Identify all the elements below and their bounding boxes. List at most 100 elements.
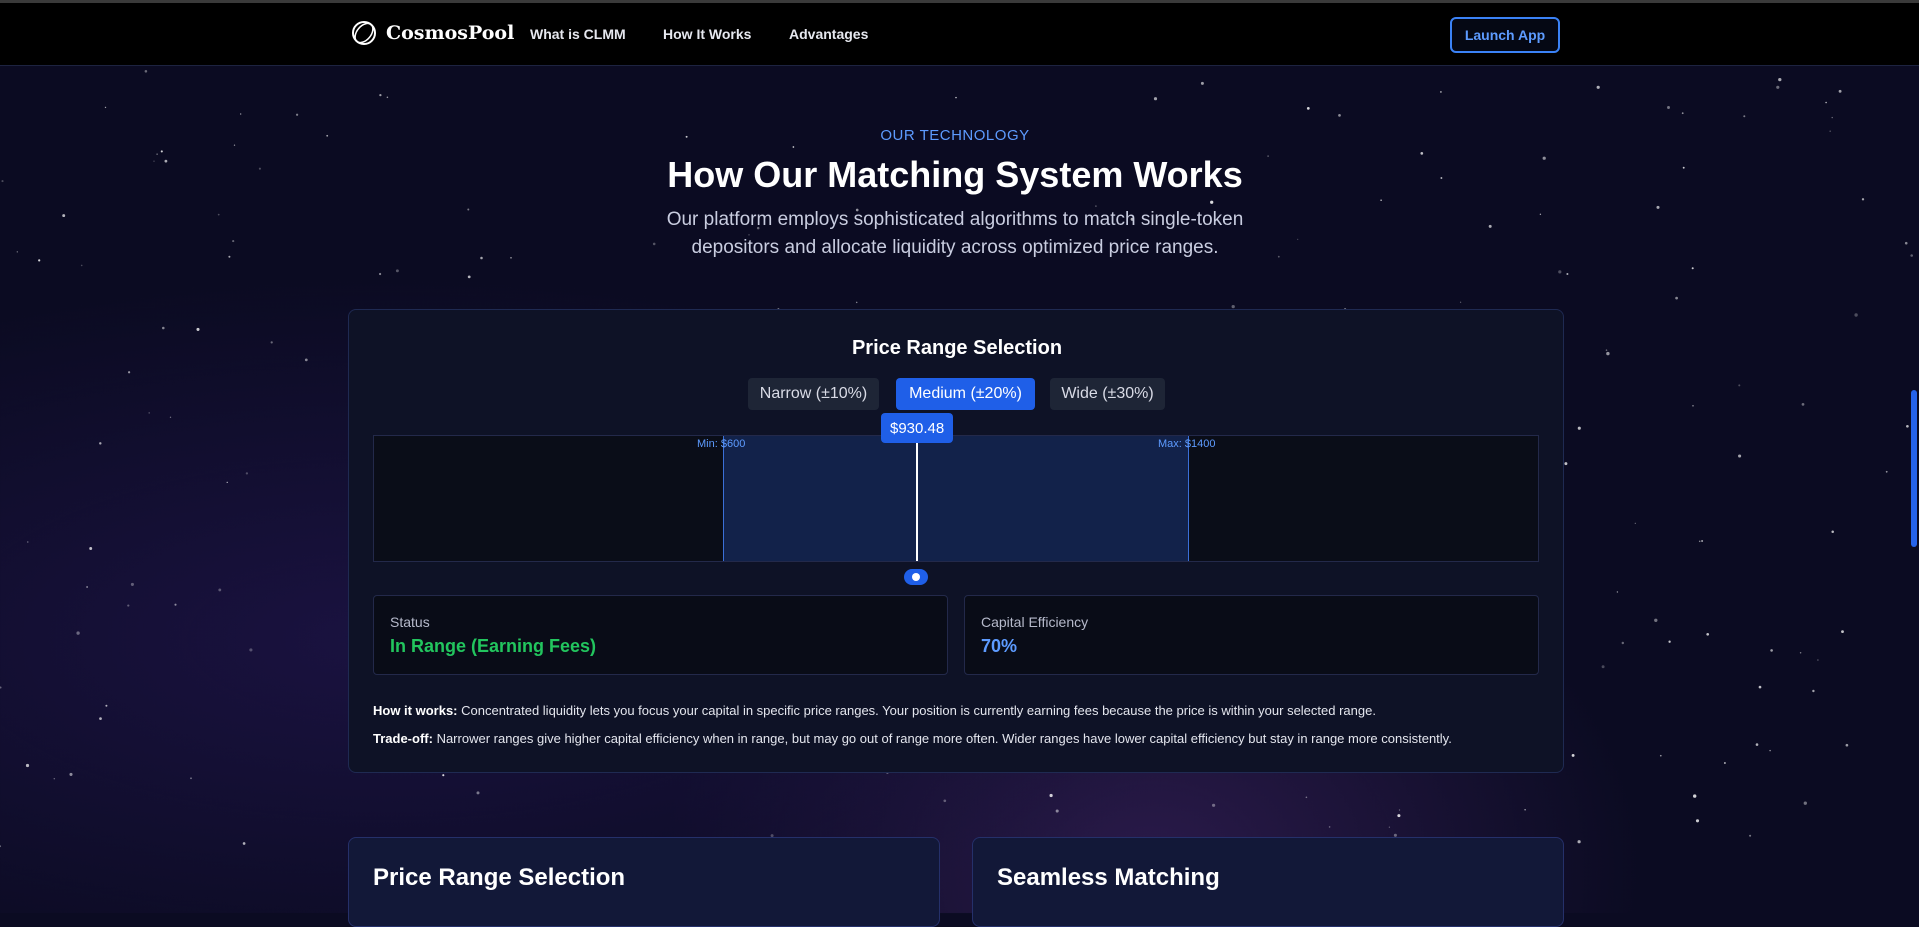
star bbox=[792, 146, 795, 148]
star bbox=[1904, 241, 1908, 245]
star bbox=[240, 113, 242, 115]
star bbox=[1812, 689, 1815, 693]
star bbox=[1656, 205, 1660, 209]
star bbox=[1910, 254, 1913, 257]
star bbox=[1558, 270, 1562, 274]
nav-link-advantages[interactable]: Advantages bbox=[789, 26, 868, 42]
star bbox=[1328, 826, 1331, 828]
trade-off-note: Trade-off: Narrower ranges give higher c… bbox=[373, 731, 1452, 746]
star bbox=[232, 240, 235, 243]
star bbox=[1297, 238, 1299, 241]
brand-logo[interactable]: CosmosPool bbox=[350, 19, 514, 47]
star bbox=[127, 604, 130, 607]
star bbox=[86, 586, 88, 588]
star bbox=[1601, 665, 1605, 669]
star bbox=[1539, 213, 1542, 215]
selected-range-band bbox=[723, 436, 1189, 561]
star bbox=[1605, 349, 1608, 351]
star bbox=[1200, 81, 1204, 85]
star bbox=[1831, 116, 1833, 119]
feature-card-price-range: Price Range Selection bbox=[348, 837, 940, 927]
feature-card-seamless-matching: Seamless Matching bbox=[972, 837, 1564, 927]
star bbox=[89, 547, 93, 550]
nav-link-what-is-clmm[interactable]: What is CLMM bbox=[530, 26, 626, 42]
range-max-label: Max: $1400 bbox=[1158, 438, 1216, 450]
star bbox=[1755, 743, 1759, 746]
star bbox=[1723, 762, 1726, 764]
star bbox=[1854, 313, 1858, 317]
capital-efficiency-panel: Capital Efficiency 70% bbox=[964, 595, 1539, 675]
star bbox=[127, 371, 131, 374]
star bbox=[1738, 454, 1742, 458]
section-lead: Our platform employs sophisticated algor… bbox=[666, 209, 1244, 258]
star bbox=[1769, 749, 1771, 752]
star bbox=[0, 686, 2, 689]
star bbox=[467, 208, 470, 211]
star bbox=[53, 777, 56, 780]
current-price-line bbox=[916, 436, 918, 561]
star bbox=[1596, 85, 1600, 89]
page-scrollbar[interactable] bbox=[1911, 390, 1917, 547]
star bbox=[196, 327, 200, 331]
star bbox=[1616, 591, 1619, 593]
current-price-tag: $930.48 bbox=[881, 413, 954, 443]
star bbox=[1906, 424, 1909, 428]
section-title: How Our Matching System Works bbox=[667, 154, 1243, 195]
status-label: Status bbox=[390, 614, 430, 630]
nav-link-how-it-works[interactable]: How It Works bbox=[663, 26, 751, 42]
star bbox=[1799, 652, 1802, 654]
star bbox=[1211, 803, 1216, 807]
how-it-works-note: How it works: Concentrated liquidity let… bbox=[373, 703, 1376, 718]
star bbox=[130, 582, 134, 586]
star bbox=[467, 275, 471, 279]
launch-app-button[interactable]: Launch App bbox=[1450, 17, 1560, 53]
range-option-narrow[interactable]: Narrow (±10%) bbox=[748, 378, 879, 410]
trade-off-lead: Trade-off: bbox=[373, 731, 433, 746]
star bbox=[1845, 743, 1849, 747]
star bbox=[1861, 198, 1865, 201]
price-slider-handle[interactable] bbox=[904, 569, 928, 585]
star bbox=[1524, 809, 1526, 811]
star bbox=[1659, 754, 1662, 757]
star bbox=[245, 472, 249, 475]
star bbox=[144, 70, 148, 73]
star bbox=[379, 93, 382, 97]
star bbox=[174, 603, 177, 606]
star bbox=[1566, 272, 1569, 276]
star bbox=[1693, 794, 1697, 798]
star bbox=[1571, 753, 1575, 757]
star bbox=[955, 96, 957, 99]
star bbox=[1388, 826, 1391, 828]
star bbox=[148, 412, 150, 414]
star bbox=[1778, 77, 1782, 82]
price-range-card: Price Range Selection Narrow (±10%) Medi… bbox=[348, 309, 1564, 773]
star bbox=[1049, 793, 1053, 798]
star bbox=[1817, 659, 1819, 661]
star bbox=[1675, 296, 1678, 300]
star bbox=[16, 251, 18, 253]
feature-card-title: Seamless Matching bbox=[997, 864, 1220, 891]
star bbox=[395, 269, 399, 273]
price-range-chart[interactable]: Min: $600 Max: $1400 bbox=[373, 435, 1539, 562]
star bbox=[1698, 540, 1701, 543]
orbit-logo-icon bbox=[352, 21, 376, 45]
star bbox=[1801, 403, 1805, 406]
star bbox=[99, 717, 102, 720]
star bbox=[1825, 101, 1827, 104]
star bbox=[476, 791, 480, 795]
star bbox=[1488, 224, 1492, 228]
range-option-wide[interactable]: Wide (±30%) bbox=[1050, 378, 1165, 410]
star bbox=[379, 272, 382, 276]
star bbox=[162, 326, 165, 330]
range-option-medium[interactable]: Medium (±20%) bbox=[896, 378, 1035, 410]
brand-name: CosmosPool bbox=[386, 22, 515, 44]
star bbox=[62, 214, 66, 218]
star bbox=[0, 845, 2, 848]
star bbox=[480, 256, 483, 260]
star bbox=[442, 774, 445, 777]
star bbox=[38, 259, 41, 262]
star bbox=[99, 442, 102, 445]
top-navbar: CosmosPool What is CLMM How It Works Adv… bbox=[0, 3, 1919, 66]
star bbox=[1885, 470, 1888, 473]
price-range-card-title: Price Range Selection bbox=[851, 337, 1063, 359]
